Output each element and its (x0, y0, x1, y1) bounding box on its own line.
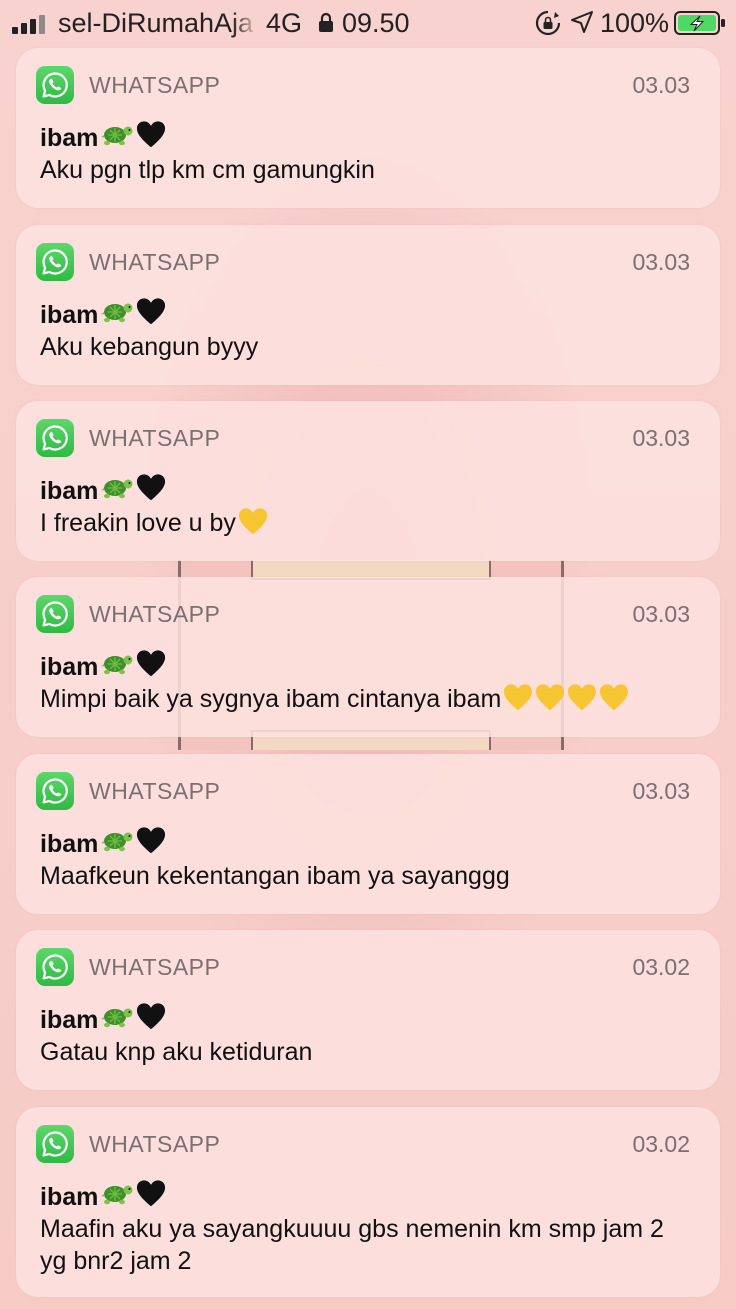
yellow-heart-emoji-icon (236, 508, 268, 537)
sender-label: ibam (40, 301, 99, 329)
black-heart-emoji-icon (134, 1002, 166, 1039)
black-heart-emoji-icon (134, 649, 166, 686)
notification-time: 03.02 (632, 1131, 690, 1157)
notification-card[interactable]: WHATSAPP 03.03 ibam Mimpi baik ya sygnya ib… (16, 577, 720, 737)
notification-time: 03.03 (632, 249, 690, 275)
whatsapp-icon (36, 772, 74, 810)
whatsapp-icon (36, 1125, 74, 1163)
notification-card[interactable]: WHATSAPP 03.02 ibam Gatau knp aku ketiduran (16, 930, 720, 1090)
lock-icon (319, 12, 333, 32)
notification-message: Mimpi baik ya sygnya ibam cintanya ibam (40, 683, 696, 715)
app-name: WHATSAPP (89, 425, 221, 451)
sender-label: ibam (40, 124, 99, 152)
message-text: Maafin aku ya sayangkuuuu gbs nemenin km… (40, 1215, 664, 1275)
turtle-emoji-icon (98, 1181, 134, 1214)
turtle-emoji-icon (98, 1004, 134, 1037)
black-heart-emoji-icon (134, 473, 166, 510)
yellow-heart-emoji-icon (597, 684, 629, 713)
notification-card[interactable]: WHATSAPP 03.03 ibam I freakin love u by (16, 401, 720, 561)
notification-time: 03.02 (632, 954, 690, 980)
yellow-heart-emoji-icon (565, 684, 597, 713)
notification-message: Gatau knp aku ketiduran (40, 1036, 696, 1068)
sender-name: ibam (40, 649, 166, 686)
message-text: Maafkeun kekentangan ibam ya sayanggg (40, 862, 510, 890)
sender-name: ibam (40, 826, 166, 863)
whatsapp-icon (36, 595, 74, 633)
black-heart-emoji-icon (134, 297, 166, 334)
notification-time: 03.03 (632, 425, 690, 451)
notification-card[interactable]: WHATSAPP 03.03 ibam Aku kebangun byyy (16, 225, 720, 385)
yellow-heart-emoji-icon (533, 684, 565, 713)
battery-charging-icon (674, 11, 725, 35)
message-text: Mimpi baik ya sygnya ibam cintanya ibam (40, 685, 502, 713)
carrier-fade (232, 4, 258, 40)
message-text: Aku pgn tlp km cm gamungkin (40, 156, 375, 184)
status-bar: sel-DiRumahAja 4G 09.50 100% (0, 0, 736, 46)
message-text: Gatau knp aku ketiduran (40, 1038, 313, 1066)
sender-label: ibam (40, 1006, 99, 1034)
signal-strength-icon (12, 14, 45, 34)
notification-message: Maafkeun kekentangan ibam ya sayanggg (40, 860, 696, 892)
whatsapp-icon (36, 419, 74, 457)
message-text: Aku kebangun byyy (40, 333, 259, 361)
notification-time: 03.03 (632, 601, 690, 627)
turtle-emoji-icon (98, 651, 134, 684)
app-name: WHATSAPP (89, 601, 221, 627)
notification-time: 03.03 (632, 778, 690, 804)
sender-label: ibam (40, 653, 99, 681)
whatsapp-icon (36, 66, 74, 104)
sender-name: ibam (40, 1179, 166, 1216)
app-name: WHATSAPP (89, 1131, 221, 1157)
turtle-emoji-icon (98, 299, 134, 332)
notification-message: Maafin aku ya sayangkuuuu gbs nemenin km… (40, 1213, 696, 1277)
notification-message: Aku pgn tlp km cm gamungkin (40, 154, 696, 186)
sender-label: ibam (40, 830, 99, 858)
whatsapp-icon (36, 948, 74, 986)
notification-card[interactable]: WHATSAPP 03.03 ibam Maafkeun kekentangan ib… (16, 754, 720, 914)
sender-name: ibam (40, 473, 166, 510)
black-heart-emoji-icon (134, 120, 166, 157)
yellow-heart-emoji-icon (501, 684, 533, 713)
notification-card[interactable]: WHATSAPP 03.03 ibam Aku pgn tlp km cm gamun… (16, 48, 720, 208)
carrier-name: sel-DiRumahAja (58, 8, 254, 38)
location-arrow-icon (571, 11, 593, 33)
whatsapp-icon (36, 243, 74, 281)
rotation-lock-icon (535, 10, 561, 36)
app-name: WHATSAPP (89, 954, 221, 980)
notification-message: I freakin love u by (40, 507, 696, 539)
network-type: 4G (266, 8, 303, 38)
status-time: 09.50 (342, 8, 410, 38)
turtle-emoji-icon (98, 122, 134, 155)
turtle-emoji-icon (98, 828, 134, 861)
sender-label: ibam (40, 1183, 99, 1211)
app-name: WHATSAPP (89, 72, 221, 98)
app-name: WHATSAPP (89, 778, 221, 804)
notification-card[interactable]: WHATSAPP 03.02 ibam Maafin aku ya sayangkuu… (16, 1107, 720, 1297)
app-name: WHATSAPP (89, 249, 221, 275)
black-heart-emoji-icon (134, 1179, 166, 1216)
black-heart-emoji-icon (134, 826, 166, 863)
battery-percentage: 100% (600, 8, 670, 38)
sender-name: ibam (40, 297, 166, 334)
notification-message: Aku kebangun byyy (40, 331, 696, 363)
turtle-emoji-icon (98, 475, 134, 508)
notification-time: 03.03 (632, 72, 690, 98)
sender-name: ibam (40, 1002, 166, 1039)
message-text: I freakin love u by (40, 509, 236, 537)
sender-label: ibam (40, 477, 99, 505)
sender-name: ibam (40, 120, 166, 157)
